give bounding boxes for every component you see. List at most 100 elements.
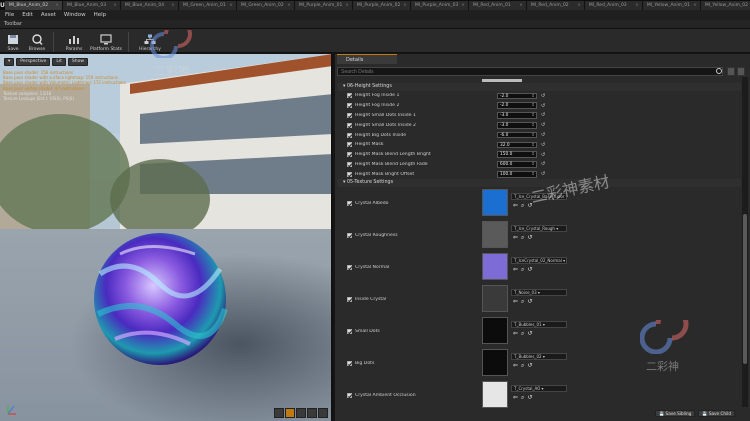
save-child-button[interactable]: 💾 Save Child <box>698 410 736 417</box>
document-tab[interactable]: MI_Purple_Anim_01 × <box>294 1 353 10</box>
close-tab-icon[interactable]: × <box>519 1 523 10</box>
texture-asset-dropdown[interactable]: T_Bubbles_01 ▾ <box>511 321 567 329</box>
override-checkbox[interactable] <box>347 264 352 270</box>
use-selected-arrow-icon[interactable]: ⇐ <box>513 330 521 337</box>
use-selected-arrow-icon[interactable]: ⇐ <box>513 298 521 305</box>
details-tab[interactable]: Details <box>337 54 397 64</box>
close-tab-icon[interactable]: × <box>113 1 117 10</box>
perspective-button[interactable]: Perspective <box>16 58 51 66</box>
numeric-input[interactable]: 150.0 ⇕ <box>497 151 537 158</box>
use-selected-arrow-icon[interactable]: ⇐ <box>513 202 521 209</box>
texture-thumbnail[interactable] <box>482 285 508 313</box>
plane-preview-button[interactable] <box>296 408 306 418</box>
reset-to-default-icon[interactable]: ↺ <box>541 171 545 177</box>
reset-to-default-icon[interactable]: ↺ <box>527 362 535 369</box>
material-preview-viewport[interactable]: ▾ Perspective Lit Show Base pass shader:… <box>0 54 333 421</box>
browse-button[interactable]: Browse <box>26 30 48 52</box>
document-tab[interactable]: MI_Green_Anim_01 × <box>178 1 237 10</box>
sphere-preview-button[interactable] <box>285 408 295 418</box>
use-selected-arrow-icon[interactable]: ⇐ <box>513 362 521 369</box>
document-tab[interactable]: MI_Blue_Anim_04 × <box>120 1 179 10</box>
reset-to-default-icon[interactable]: ↺ <box>541 161 545 167</box>
override-checkbox[interactable] <box>347 296 352 302</box>
numeric-input[interactable]: -2.0 ⇕ <box>497 92 537 100</box>
search-details-input[interactable] <box>337 67 723 76</box>
override-checkbox[interactable] <box>347 142 352 148</box>
override-checkbox[interactable] <box>347 360 352 366</box>
override-checkbox[interactable] <box>347 232 352 238</box>
document-tab[interactable]: MI_Red_Anim_02 × <box>526 1 585 10</box>
reset-to-default-icon[interactable]: ↺ <box>541 132 545 138</box>
save-sibling-button[interactable]: 💾 Save Sibling <box>655 410 696 417</box>
menu-item-edit[interactable]: Edit <box>22 12 33 18</box>
reset-to-default-icon[interactable]: ↺ <box>527 202 535 209</box>
reset-to-default-icon[interactable]: ↺ <box>527 394 535 401</box>
menu-item-asset[interactable]: Asset <box>41 12 56 18</box>
reset-to-default-icon[interactable]: ↺ <box>541 103 545 109</box>
reset-to-default-icon[interactable]: ↺ <box>541 152 545 158</box>
menu-item-help[interactable]: Help <box>94 12 107 18</box>
platform-stats-button[interactable]: Platform Stats <box>89 30 123 52</box>
numeric-input[interactable]: -6.0 ⇕ <box>497 131 537 139</box>
show-button[interactable]: Show <box>67 58 89 66</box>
save-button[interactable]: Save <box>2 30 24 52</box>
close-tab-icon[interactable]: × <box>287 1 291 10</box>
mesh-preview-button[interactable] <box>318 408 328 418</box>
texture-asset-dropdown[interactable]: T_IceCrystal_02_Normal ▾ <box>511 257 567 265</box>
texture-thumbnail[interactable] <box>482 381 508 409</box>
texture-asset-dropdown[interactable]: T_Ice_Crystal_Base_Color ▾ <box>511 193 567 201</box>
close-tab-icon[interactable]: × <box>345 1 349 10</box>
override-checkbox[interactable] <box>347 122 352 128</box>
document-tab[interactable]: MI_Yellow_Anim_01 × <box>642 1 701 10</box>
cube-preview-button[interactable] <box>307 408 317 418</box>
override-checkbox[interactable] <box>347 328 352 334</box>
close-tab-icon[interactable]: × <box>635 1 639 10</box>
category-texture-settings[interactable]: ▾ 05-Texture Settings <box>337 179 741 188</box>
numeric-input[interactable]: 32.0 ⇕ <box>497 141 537 149</box>
reset-to-default-icon[interactable]: ↺ <box>541 142 545 148</box>
numeric-input[interactable]: -3.0 ⇕ <box>497 122 537 129</box>
close-tab-icon[interactable]: × <box>693 1 697 10</box>
use-selected-arrow-icon[interactable]: ⇐ <box>513 394 521 401</box>
reset-to-default-icon[interactable]: ↺ <box>541 122 545 128</box>
numeric-input[interactable]: 100.0 ⇕ <box>497 171 537 178</box>
numeric-input[interactable]: -2.0 ⇕ <box>497 102 537 109</box>
texture-thumbnail[interactable] <box>482 221 508 249</box>
override-checkbox[interactable] <box>347 200 352 206</box>
close-tab-icon[interactable]: × <box>171 1 175 10</box>
document-tab[interactable]: MI_Yellow_Anim_02× <box>700 1 750 10</box>
reset-to-default-icon[interactable]: ↺ <box>527 234 535 241</box>
override-checkbox[interactable] <box>347 171 352 177</box>
cylinder-preview-button[interactable] <box>274 408 284 418</box>
reset-to-default-icon[interactable]: ↺ <box>541 112 545 118</box>
document-tab[interactable]: MI_Blue_Anim_02 × <box>4 1 63 10</box>
reset-to-default-icon[interactable]: ↺ <box>527 266 535 273</box>
close-tab-icon[interactable]: × <box>403 1 407 10</box>
eye-icon[interactable] <box>737 67 745 76</box>
texture-thumbnail[interactable] <box>482 349 508 377</box>
document-tab[interactable]: MI_Blue_Anim_03 × <box>62 1 121 10</box>
override-checkbox[interactable] <box>347 93 352 99</box>
texture-asset-dropdown[interactable]: T_Noise_03 ▾ <box>511 289 567 297</box>
close-tab-icon[interactable]: × <box>577 1 581 10</box>
texture-thumbnail[interactable] <box>482 189 508 217</box>
reset-to-default-icon[interactable]: ↺ <box>527 330 535 337</box>
override-checkbox[interactable] <box>347 152 352 158</box>
lit-button[interactable]: Lit <box>52 58 66 66</box>
document-tab[interactable]: MI_Red_Anim_03 × <box>584 1 643 10</box>
override-checkbox[interactable] <box>347 392 352 398</box>
menu-item-window[interactable]: Window <box>64 12 86 18</box>
override-checkbox[interactable] <box>347 132 352 138</box>
document-tab[interactable]: MI_Red_Anim_01 × <box>468 1 527 10</box>
use-selected-arrow-icon[interactable]: ⇐ <box>513 234 521 241</box>
numeric-input[interactable]: -3.0 ⇕ <box>497 112 537 119</box>
reset-to-default-icon[interactable]: ↺ <box>527 298 535 305</box>
document-tab[interactable]: MI_Purple_Anim_02 × <box>352 1 411 10</box>
override-checkbox[interactable] <box>347 103 352 109</box>
search-icon[interactable] <box>716 68 722 74</box>
numeric-input[interactable]: 600.0 ⇕ <box>497 161 537 168</box>
close-tab-icon[interactable]: × <box>461 1 465 10</box>
use-selected-arrow-icon[interactable]: ⇐ <box>513 266 521 273</box>
hierarchy-button[interactable]: Hierarchy <box>136 30 164 52</box>
details-scrollbar-thumb[interactable] <box>743 214 747 364</box>
